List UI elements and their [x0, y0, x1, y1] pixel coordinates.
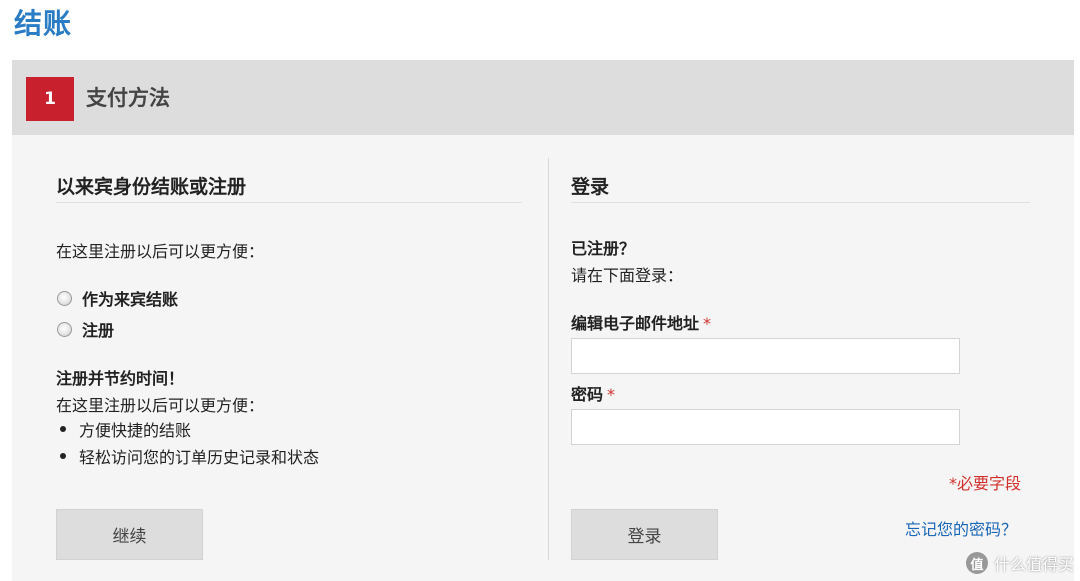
watermark-logo-icon: 值	[965, 552, 988, 574]
password-label: 密码 *	[571, 381, 615, 405]
registered-heading: 已注册？	[571, 239, 636, 258]
radio-button[interactable]	[57, 290, 72, 306]
continue-button[interactable]: 继续	[56, 509, 203, 560]
forgot-password-link[interactable]: 忘记您的密码？	[905, 516, 1017, 540]
required-fields-note: *必要字段	[949, 474, 1022, 493]
step-number-badge: 1	[26, 77, 74, 121]
benefit-text: 轻松访问您的订单历史记录和状态	[79, 448, 320, 467]
login-section-title: 登录	[571, 176, 610, 198]
page-title: 结账	[14, 7, 73, 40]
radio-guest-checkout[interactable]: 作为来宾结账	[57, 286, 178, 310]
benefit-list-item: 轻松访问您的订单历史记录和状态	[56, 444, 319, 468]
radio-label: 作为来宾结账	[82, 290, 179, 309]
password-field[interactable]	[571, 409, 960, 445]
radio-button[interactable]	[57, 321, 72, 337]
save-time-text: 在这里注册以后可以更方便：	[56, 396, 265, 415]
watermark-text: 什么值得买	[993, 555, 1074, 574]
email-field[interactable]	[571, 338, 960, 374]
bullet-icon	[60, 426, 66, 432]
bullet-icon	[60, 453, 66, 459]
required-asterisk: *	[607, 385, 616, 404]
password-label-text: 密码	[571, 385, 604, 404]
guest-section-title: 以来宾身份结账或注册	[56, 176, 247, 198]
save-time-heading: 注册并节约时间！	[56, 369, 185, 388]
watermark: 值 什么值得买	[965, 551, 1074, 575]
guest-divider	[56, 202, 522, 203]
step-title: 支付方法	[86, 86, 170, 110]
benefit-text: 方便快捷的结账	[79, 421, 192, 440]
checkout-panel: 1 支付方法 以来宾身份结账或注册 在这里注册以后可以更方便： 作为来宾结账 注…	[12, 60, 1074, 581]
registered-text: 请在下面登录：	[571, 266, 684, 285]
required-asterisk: *	[703, 314, 712, 333]
radio-register[interactable]: 注册	[57, 317, 114, 341]
guest-intro-text: 在这里注册以后可以更方便：	[56, 242, 265, 261]
email-label: 编辑电子邮件地址 *	[571, 310, 711, 334]
login-divider	[571, 202, 1030, 203]
benefit-list-item: 方便快捷的结账	[56, 417, 191, 441]
login-button[interactable]: 登录	[571, 509, 718, 560]
email-label-text: 编辑电子邮件地址	[571, 314, 700, 333]
step-header[interactable]: 1 支付方法	[12, 60, 1074, 135]
radio-label: 注册	[82, 321, 115, 340]
column-divider	[548, 158, 549, 560]
